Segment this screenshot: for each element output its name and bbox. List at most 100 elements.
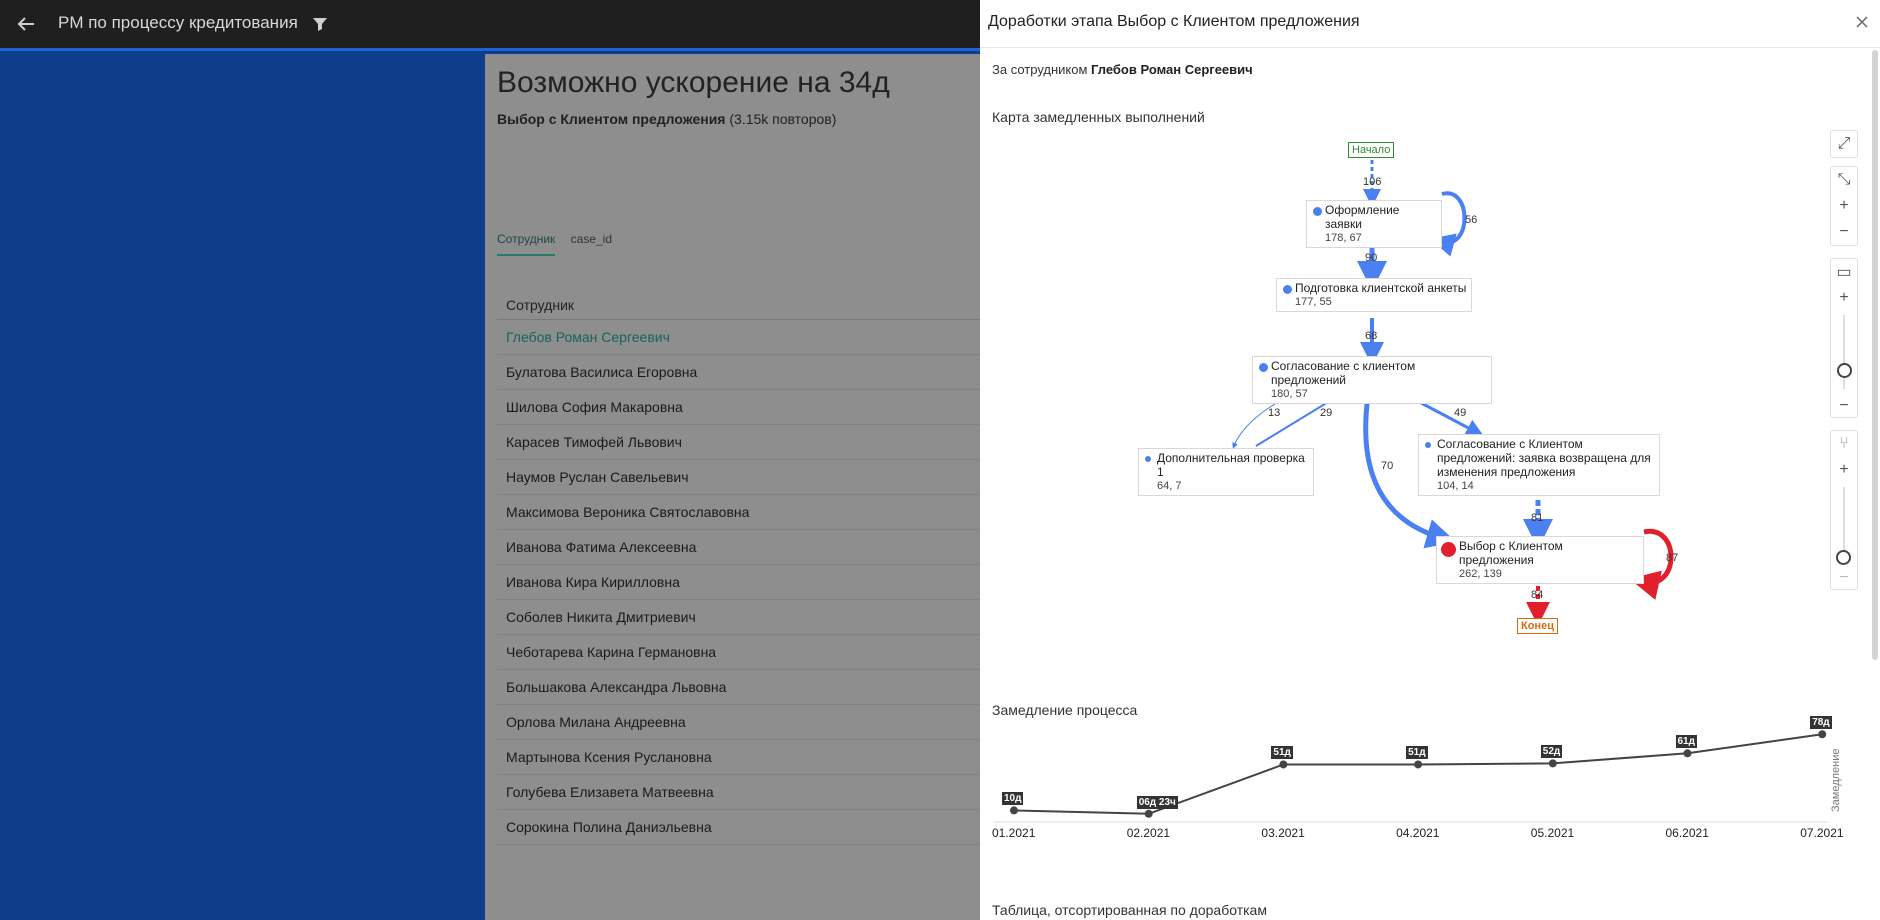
data-point[interactable] (1279, 760, 1288, 769)
table-row[interactable]: Шилова София Макаровна (497, 390, 980, 425)
table-row[interactable]: Иванова Фатима Алексеевна (497, 530, 980, 565)
zoom-in-icon[interactable]: + (1831, 193, 1857, 219)
map-section-title: Карта замедленных выполнений (992, 109, 1205, 125)
data-point[interactable] (1010, 806, 1018, 815)
node-stat: 262, 139 (1459, 568, 1502, 580)
data-label: 51д (1406, 746, 1428, 760)
node-dop-proverka[interactable]: Дополнительная проверка 1 64, 7 (1138, 448, 1314, 496)
x-tick-label: 06.2021 (1665, 826, 1709, 840)
slider-handle[interactable] (1837, 363, 1852, 378)
edge-label: 29 (1320, 407, 1333, 419)
node-status-dot (1259, 363, 1268, 372)
paths-slider-handle[interactable] (1836, 550, 1851, 565)
table-row[interactable]: Орлова Милана Андреевна (497, 705, 980, 740)
node-label: Согласование с клиентом предложений (1271, 359, 1416, 387)
branch-icon[interactable]: ⑂ (1831, 431, 1857, 457)
stage-name: Выбор с Клиентом предложения (497, 111, 726, 127)
rectangle-icon[interactable]: ▭ (1831, 259, 1857, 285)
node-podgotovka[interactable]: Подготовка клиентской анкеты 177, 55 (1276, 278, 1472, 312)
y-axis-label: Замедление (1830, 748, 1842, 813)
back-arrow-icon[interactable] (14, 12, 38, 36)
x-tick-label: 07.2021 (1800, 826, 1844, 840)
zoom-toolbar: ⤡ + − (1830, 166, 1858, 246)
data-point[interactable] (1144, 809, 1153, 818)
process-map[interactable]: Начало Конец Оформление заявки 178, 67 П… (980, 130, 1880, 650)
node-status-dot (1283, 285, 1292, 294)
data-point[interactable] (1548, 759, 1557, 768)
tab-bar: Сотрудник case_id (497, 232, 624, 256)
data-point[interactable] (1683, 749, 1692, 758)
data-label: 52д (1540, 745, 1563, 759)
node-status-dot (1441, 542, 1456, 557)
node-oformlenie[interactable]: Оформление заявки 178, 67 (1306, 200, 1442, 248)
node-stat: 104, 14 (1437, 480, 1474, 492)
table-row[interactable]: Соболев Никита Дмитриевич (497, 600, 980, 635)
paths-plus-icon[interactable]: + (1831, 457, 1857, 483)
edge-label: 106 (1363, 176, 1382, 188)
node-label: Оформление заявки (1325, 203, 1400, 231)
slider-plus-icon[interactable]: + (1831, 285, 1857, 311)
end-node[interactable]: Конец (1517, 618, 1558, 634)
data-label: 61д (1675, 735, 1697, 749)
data-label: 78д (1810, 716, 1832, 730)
slider-track[interactable] (1831, 311, 1857, 393)
node-stat: 178, 67 (1325, 232, 1362, 244)
acceleration-panel: Возможно ускорение на 34д Выбор с Клиент… (485, 54, 980, 920)
table-row[interactable]: Сорокина Полина Даниэльевна (497, 810, 980, 845)
node-stat: 64, 7 (1157, 480, 1182, 492)
node-label: Выбор с Клиентом предложения (1459, 539, 1563, 567)
employee-table: Сотрудник Глебов Роман Сергеевич Булатов… (497, 268, 980, 845)
data-point[interactable] (1818, 730, 1827, 739)
divider (980, 47, 1880, 48)
table-row[interactable]: Булатова Василиса Егоровна (497, 355, 980, 390)
start-node[interactable]: Начало (1348, 142, 1395, 158)
fullscreen-tool: ⤢ (1830, 130, 1858, 158)
node-soglasovanie[interactable]: Согласование с клиентом предложений 180,… (1252, 356, 1492, 404)
tab-employee[interactable]: Сотрудник (497, 232, 556, 256)
edge-label: 49 (1454, 407, 1467, 419)
edge-label: 68 (1365, 330, 1378, 342)
data-label: 06д 23ч (1136, 795, 1178, 809)
x-tick-label: 01.2021 (992, 826, 1036, 840)
table-section-title: Таблица, отсортированная по доработкам (992, 902, 1267, 918)
repeat-count: (3.15k повторов) (725, 111, 837, 127)
slowdown-chart: 10д 01.2021 06д 23ч 02.2021 51д 03.2021 51д 04.… (980, 716, 1880, 860)
page-subtitle: Выбор с Клиентом предложения (3.15k повт… (497, 111, 836, 127)
node-stat: 177, 55 (1295, 296, 1332, 308)
table-row[interactable]: Мартынова Ксения Руслановна (497, 740, 980, 775)
paths-slider: ⑂ + − (1830, 430, 1858, 590)
close-icon[interactable] (1854, 14, 1870, 30)
table-row[interactable]: Большакова Александра Львовна (497, 670, 980, 705)
node-vybor[interactable]: Выбор с Клиентом предложения 262, 139 (1436, 536, 1644, 584)
table-row[interactable]: Наумов Руслан Савельевич (497, 460, 980, 495)
table-row[interactable]: Карасев Тимофей Львович (497, 425, 980, 460)
table-row[interactable]: Глебов Роман Сергеевич (497, 320, 980, 355)
data-point[interactable] (1414, 760, 1423, 769)
header-accent-line (0, 48, 980, 51)
employee-name: Глебов Роман Сергеевич (1091, 62, 1253, 77)
modal-title: Доработки этапа Выбор с Клиентом предлож… (988, 13, 1360, 30)
table-row[interactable]: Иванова Кира Кирилловна (497, 565, 980, 600)
app-header: PM по процессу кредитования (0, 0, 980, 48)
edge-label: 70 (1381, 460, 1394, 472)
expand-icon[interactable]: ⤢ (1831, 131, 1857, 157)
table-row[interactable]: Максимова Вероника Святославовна (497, 495, 980, 530)
x-tick-label: 05.2021 (1530, 826, 1575, 840)
filter-icon[interactable] (310, 14, 330, 34)
tab-case-id[interactable]: case_id (571, 232, 612, 254)
slider-minus-icon[interactable]: − (1831, 393, 1857, 419)
paths-minus-icon[interactable]: − (1831, 565, 1857, 591)
node-soglasovanie-vozvrat[interactable]: Согласование с Клиентом предложений: зая… (1418, 434, 1660, 496)
zoom-out-icon[interactable]: − (1831, 219, 1857, 245)
data-label: 10д (1002, 792, 1024, 806)
node-label: Дополнительная проверка 1 (1157, 451, 1305, 479)
fit-icon[interactable]: ⤡ (1831, 167, 1857, 193)
node-label: Согласование с Клиентом предложений: зая… (1437, 437, 1651, 479)
table-row[interactable]: Чеботарева Карина Германовна (497, 635, 980, 670)
modal-scrollbar[interactable] (1872, 50, 1878, 660)
edge-label: 81 (1531, 512, 1544, 524)
edge-label: 84 (1531, 589, 1544, 601)
table-row[interactable]: Голубева Елизавета Матвеевна (497, 775, 980, 810)
rework-modal: Доработки этапа Выбор с Клиентом предлож… (980, 0, 1880, 920)
edge-label: 56 (1465, 214, 1478, 226)
